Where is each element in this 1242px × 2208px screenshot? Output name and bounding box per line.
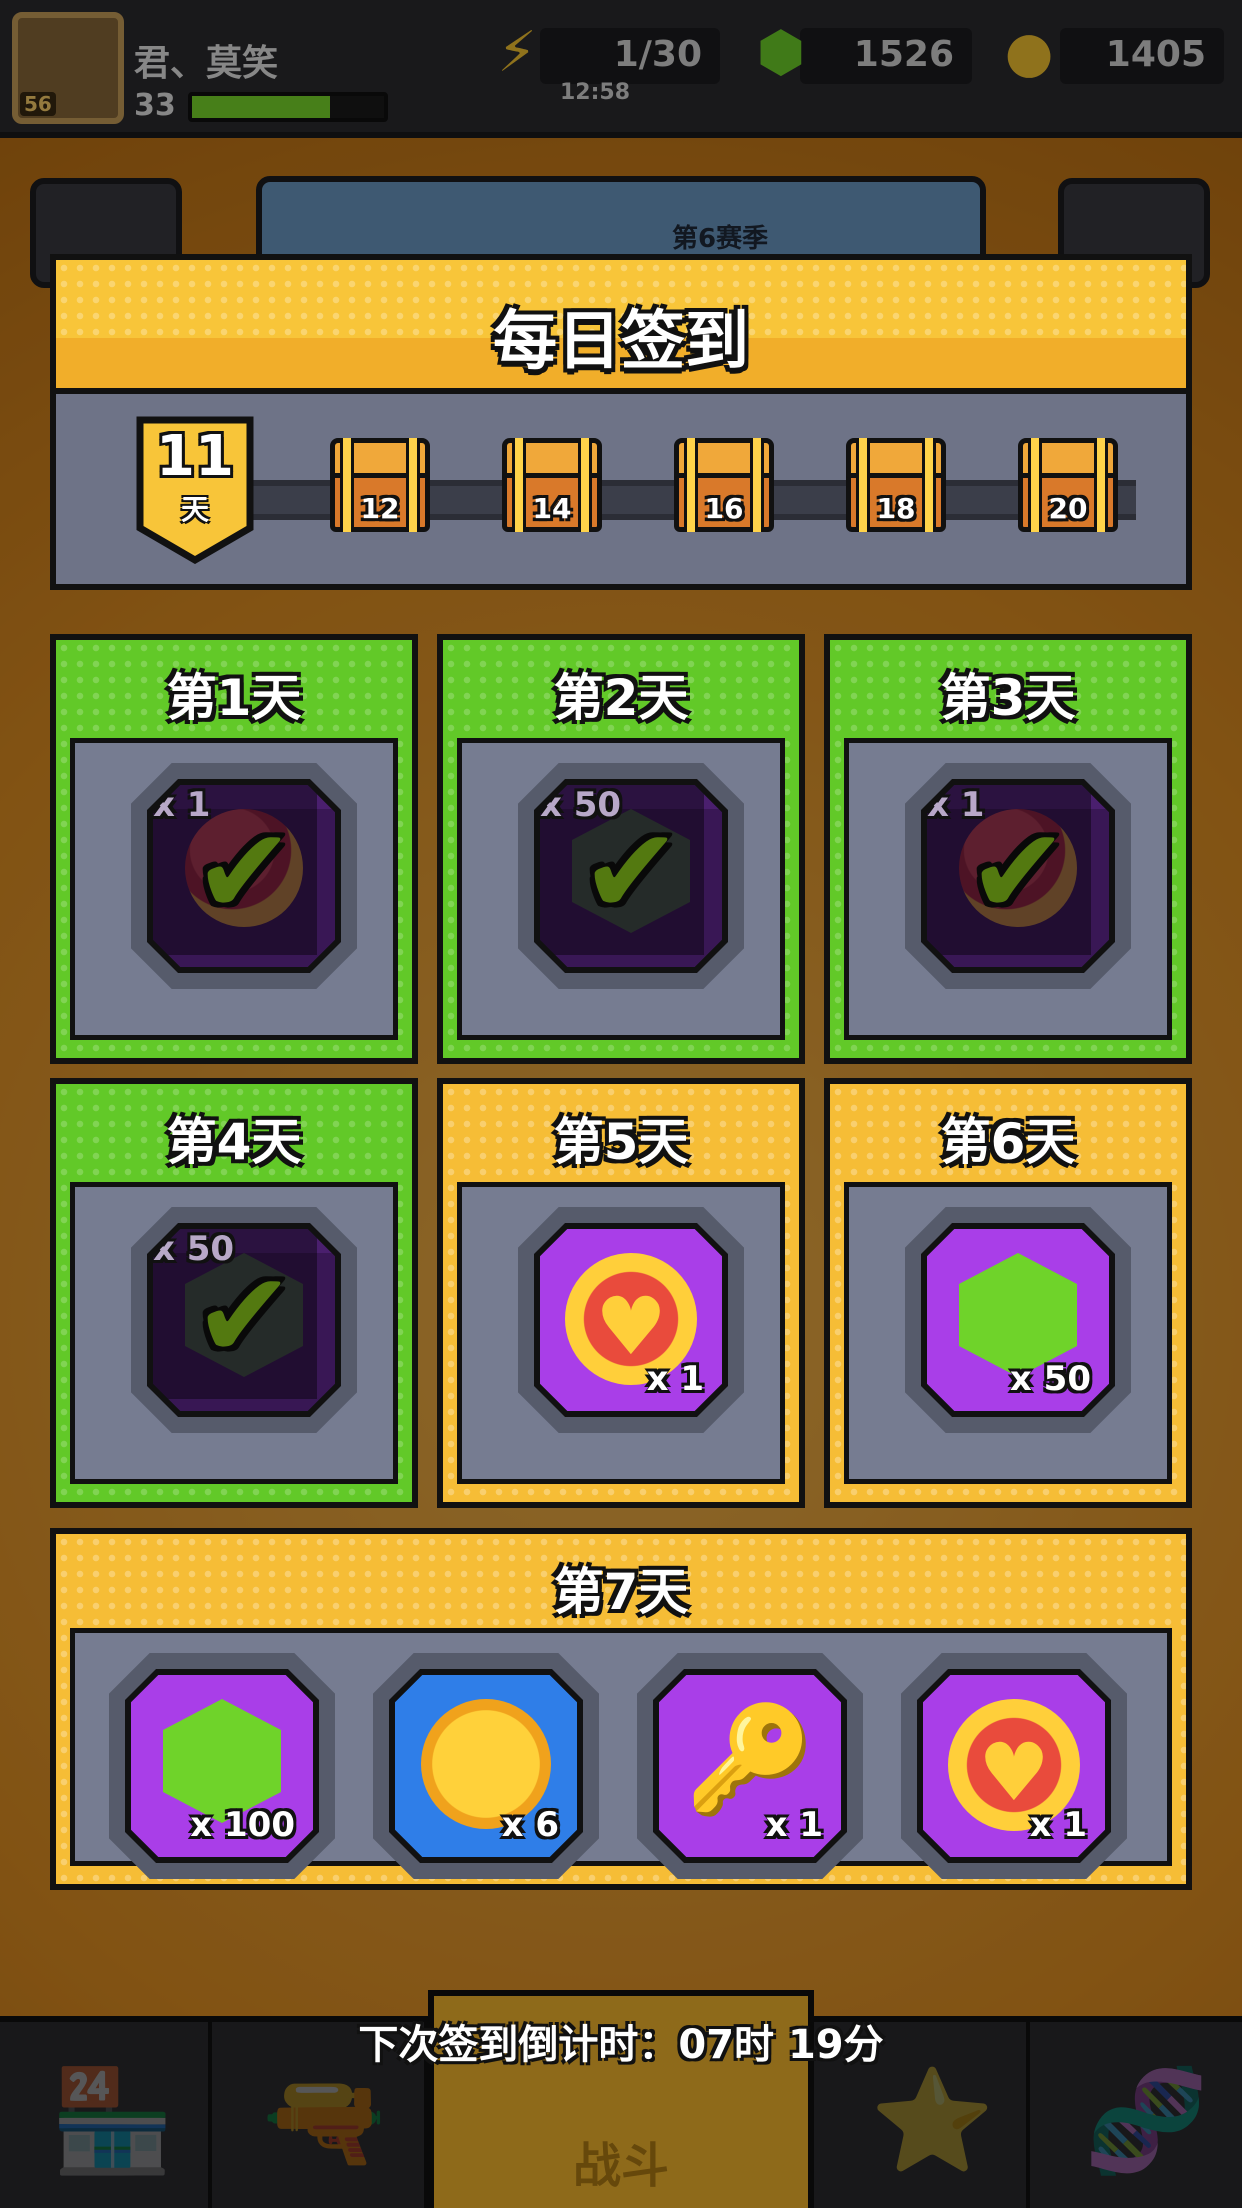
milestone-day: 20 — [1048, 492, 1088, 525]
day-card-7[interactable]: 第7天 x 100 x 6 🔑 x 1 ♥ x 1 — [50, 1528, 1192, 1890]
reward-qty: x 50 — [1009, 1359, 1091, 1399]
milestone-day: 12 — [360, 492, 400, 525]
day-card-2[interactable]: 第2天 ✔ x 50 — [437, 634, 805, 1064]
milestone-day: 18 — [876, 492, 916, 525]
reward-qty: x 1 — [646, 1359, 704, 1399]
milestone-chest[interactable]: 18 — [846, 438, 946, 532]
day-card-5[interactable]: 第5天 x 1 — [437, 1078, 805, 1508]
reward-qty: x 6 — [501, 1805, 559, 1845]
milestone-day: 14 — [532, 492, 572, 525]
streak-day-unit: 天 — [180, 493, 209, 526]
reward-qty: x 1 — [927, 785, 1091, 955]
day-label: 第5天 — [553, 1113, 689, 1171]
day-card-6[interactable]: 第6天 x 50 — [824, 1078, 1192, 1508]
dialog-title-bar: 每日签到 — [50, 254, 1192, 394]
reward-qty: x 50 — [153, 1229, 317, 1399]
milestone-chest[interactable]: 14 — [502, 438, 602, 532]
reward-qty: x 1 — [765, 1805, 823, 1845]
streak-progress-panel: 11 天 12 14 16 18 20 — [50, 388, 1192, 590]
milestone-day: 16 — [704, 492, 744, 525]
reward-qty: x 50 — [540, 785, 704, 955]
day-card-3[interactable]: 第3天 ✔ x 1 — [824, 634, 1192, 1064]
day-card-1[interactable]: 第1天 ✔ x 1 — [50, 634, 418, 1064]
reward-qty: x 1 — [1029, 1805, 1087, 1845]
day-label: 第2天 — [553, 669, 689, 727]
day-label: 第1天 — [166, 669, 302, 727]
milestone-chest[interactable]: 16 — [674, 438, 774, 532]
milestone-chest[interactable]: 20 — [1018, 438, 1118, 532]
milestone-chest[interactable]: 12 — [330, 438, 430, 532]
dialog-title: 每日签到 — [493, 305, 749, 379]
streak-day-badge: 11 天 — [136, 416, 254, 564]
day-label: 第6天 — [940, 1113, 1076, 1171]
reward-qty: x 100 — [190, 1805, 295, 1845]
day-card-4[interactable]: 第4天 ✔ x 50 — [50, 1078, 418, 1508]
day-label: 第3天 — [940, 669, 1076, 727]
next-signin-countdown: 下次签到倒计时：07时 19分 — [358, 2022, 884, 2068]
gold-key-icon: 🔑 — [685, 1698, 815, 1820]
day-label: 第4天 — [166, 1113, 302, 1171]
streak-day-count: 11 — [156, 424, 234, 489]
reward-qty: x 1 — [153, 785, 317, 955]
day-label: 第7天 — [553, 1563, 689, 1621]
